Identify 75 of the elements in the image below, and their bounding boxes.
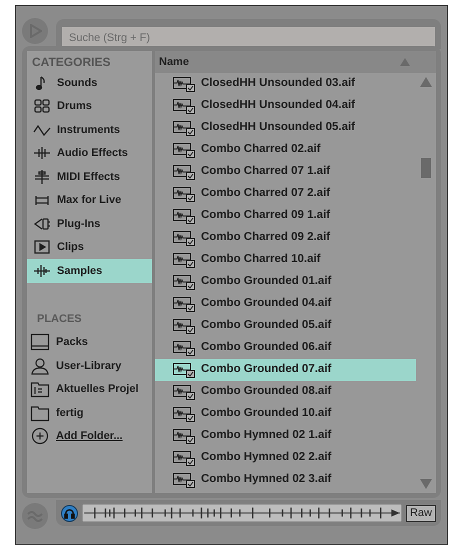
audio-file-icon <box>173 406 195 422</box>
raw-button[interactable]: Raw <box>406 504 436 522</box>
preview-toggle[interactable] <box>61 504 78 522</box>
file-row[interactable]: Combo Grounded 10.aif <box>155 403 416 425</box>
play-icon <box>33 239 51 256</box>
file-row[interactable]: Combo Charred 07 1.aif <box>155 161 416 183</box>
user-icon <box>30 356 50 375</box>
category-item[interactable]: Drums <box>27 94 152 118</box>
category-item[interactable]: Max for Live <box>27 188 152 212</box>
place-item[interactable]: Packs <box>27 330 152 354</box>
file-row[interactable]: Combo Charred 09 2.aif <box>155 227 416 249</box>
audio-file-icon <box>173 340 195 356</box>
play-button[interactable] <box>22 18 48 44</box>
audio-file-icon <box>173 230 195 246</box>
audio-file-icon <box>173 252 195 268</box>
headphones-icon <box>64 508 75 518</box>
file-row[interactable]: Combo Grounded 08.aif <box>155 381 416 403</box>
file-row[interactable]: Combo Hymned 02 2.aif <box>155 447 416 469</box>
audio-file-icon <box>173 208 195 224</box>
place-item[interactable]: Aktuelles Projel <box>27 378 152 401</box>
folder-icon <box>30 404 50 422</box>
project-folder-icon <box>30 380 50 398</box>
category-item[interactable]: Instruments <box>27 118 152 142</box>
file-row[interactable]: ClosedHH Unsounded 05.aif <box>155 117 416 139</box>
file-row[interactable]: Combo Hymned 02 1.aif <box>155 425 416 447</box>
audio-file-icon <box>173 164 195 180</box>
audio-file-icon <box>173 120 195 136</box>
file-row[interactable]: Combo Grounded 06.aif <box>155 337 416 359</box>
file-row[interactable]: Combo Grounded 04.aif <box>155 293 416 315</box>
scroll-down-icon[interactable] <box>420 479 432 489</box>
file-row[interactable]: Combo Charred 10.aif <box>155 249 416 271</box>
category-item[interactable]: Audio Effects <box>27 142 152 165</box>
file-row[interactable]: Combo Grounded 01.aif <box>155 271 416 293</box>
file-row[interactable]: Combo Grounded 07.aif <box>155 359 416 381</box>
audio-file-icon <box>173 384 195 400</box>
file-row[interactable]: Combo Hymned 02 3.aif <box>155 469 416 491</box>
scroll-thumb[interactable] <box>421 158 431 178</box>
file-row[interactable]: Combo Charred 02.aif <box>155 139 416 161</box>
category-item[interactable]: Sounds <box>27 71 152 94</box>
audio-file-icon <box>173 98 195 114</box>
search-field[interactable]: Suche (Strg + F) <box>62 27 435 49</box>
sort-arrow-icon <box>400 58 410 66</box>
add-folder-link[interactable]: Add Folder... <box>27 424 152 448</box>
file-row[interactable]: Combo Grounded 05.aif <box>155 315 416 337</box>
audio-file-icon <box>173 296 195 312</box>
pack-icon <box>30 333 50 352</box>
audio-file-icon <box>173 186 195 202</box>
grid-icon <box>33 98 51 114</box>
plus-icon <box>30 427 50 446</box>
category-item[interactable]: MIDI Effects <box>27 165 152 188</box>
plug-icon <box>33 216 51 232</box>
name-column-header[interactable]: Name <box>155 51 436 73</box>
category-item[interactable]: Clips <box>27 236 152 259</box>
audio-file-icon <box>173 76 195 92</box>
effects-icon <box>33 145 51 162</box>
audio-file-icon <box>173 472 195 488</box>
file-row[interactable]: Combo Charred 09 1.aif <box>155 205 416 227</box>
groove-button[interactable] <box>22 503 48 529</box>
place-item[interactable]: fertig <box>27 401 152 424</box>
places-heading: PLACES <box>36 312 83 326</box>
waveform-icon <box>33 262 51 279</box>
place-item[interactable]: User-Library <box>27 354 152 378</box>
file-row[interactable]: Combo Charred 07 2.aif <box>155 183 416 205</box>
file-row[interactable]: ClosedHH Unsounded 03.aif <box>155 73 416 95</box>
categories-heading: CATEGORIES <box>31 54 112 71</box>
audio-file-icon <box>173 362 195 378</box>
audio-file-icon <box>173 142 195 158</box>
category-item[interactable]: Plug-Ins <box>27 212 152 236</box>
file-row[interactable]: ClosedHH Unsounded 04.aif <box>155 95 416 117</box>
scroll-up-icon[interactable] <box>420 77 432 87</box>
audio-file-icon <box>173 450 195 466</box>
audio-file-icon <box>173 274 195 290</box>
category-item[interactable]: Samples <box>27 259 152 282</box>
audio-file-icon <box>173 428 195 444</box>
audio-file-icon <box>173 318 195 334</box>
